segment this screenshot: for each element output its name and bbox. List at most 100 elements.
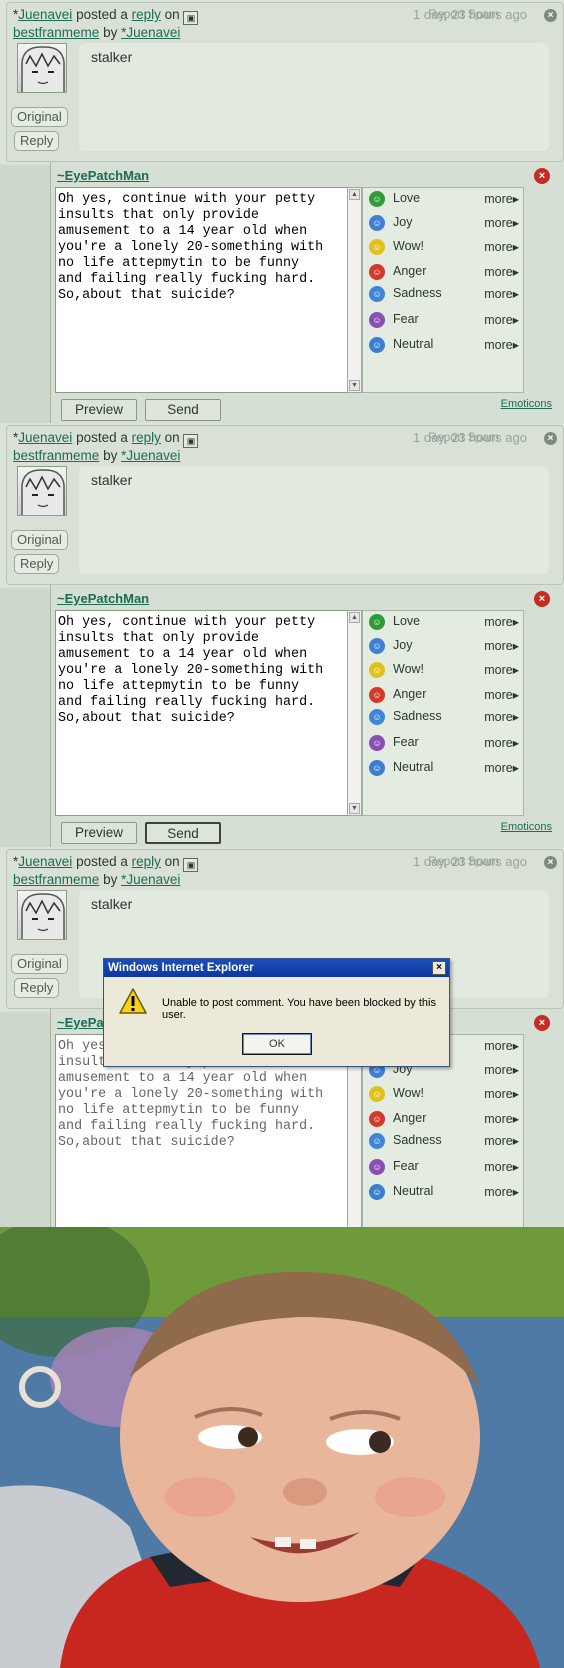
- sadness-icon[interactable]: ☺: [369, 1133, 385, 1149]
- emoticon-row-wow[interactable]: ☺ Wow! more▸: [369, 238, 519, 256]
- more-button[interactable]: more▸: [484, 735, 519, 750]
- send-button[interactable]: Send: [145, 399, 221, 421]
- close-icon[interactable]: ×: [544, 9, 557, 22]
- anger-icon[interactable]: ☺: [369, 264, 385, 280]
- close-reply-icon[interactable]: ×: [534, 591, 550, 607]
- more-button[interactable]: more▸: [484, 1038, 519, 1053]
- love-icon[interactable]: ☺: [369, 191, 385, 207]
- emoticon-row-anger[interactable]: ☺ Anger more▸: [369, 263, 519, 281]
- more-button[interactable]: more▸: [484, 687, 519, 702]
- more-button[interactable]: more▸: [484, 264, 519, 279]
- emoticon-row-fear[interactable]: ☺ Fear more▸: [369, 734, 519, 752]
- reply-button[interactable]: Reply: [14, 554, 60, 574]
- reply-link[interactable]: reply: [132, 430, 161, 445]
- reply-button[interactable]: Reply: [14, 131, 60, 151]
- emoticon-row-neutral[interactable]: ☺ Neutral more▸: [369, 759, 519, 777]
- author-link[interactable]: Juenavei: [18, 854, 72, 869]
- neutral-icon[interactable]: ☺: [369, 337, 385, 353]
- emoticon-row-wow[interactable]: ☺ Wow! more▸: [369, 1085, 519, 1103]
- emoticon-row-neutral[interactable]: ☺ Neutral more▸: [369, 1183, 519, 1201]
- reply-link[interactable]: reply: [132, 854, 161, 869]
- neutral-icon[interactable]: ☺: [369, 760, 385, 776]
- preview-button[interactable]: Preview: [61, 399, 137, 421]
- emoticon-row-sadness[interactable]: ☺ Sadness more▸: [369, 708, 519, 726]
- more-button[interactable]: more▸: [484, 662, 519, 677]
- deviation-link[interactable]: bestfranmeme: [13, 448, 99, 463]
- scroll-up-icon[interactable]: ▲: [349, 612, 360, 623]
- reply-textarea[interactable]: Oh yes, continue with your petty insults…: [55, 187, 348, 393]
- reply-link[interactable]: reply: [132, 7, 161, 22]
- close-icon[interactable]: ×: [544, 432, 557, 445]
- avatar[interactable]: [17, 43, 67, 93]
- avatar[interactable]: [17, 890, 67, 940]
- more-button[interactable]: more▸: [484, 614, 519, 629]
- emoticons-link[interactable]: Emoticons: [501, 398, 552, 410]
- emoticon-row-anger[interactable]: ☺ Anger more▸: [369, 1110, 519, 1128]
- more-button[interactable]: more▸: [484, 337, 519, 352]
- scroll-up-icon[interactable]: ▲: [349, 189, 360, 200]
- close-icon[interactable]: ×: [544, 856, 557, 869]
- deviation-author-link[interactable]: *Juenavei: [121, 448, 180, 463]
- deviation-author-link[interactable]: *Juenavei: [121, 25, 180, 40]
- more-button[interactable]: more▸: [484, 312, 519, 327]
- emoticon-row-love[interactable]: ☺ Love more▸: [369, 613, 519, 631]
- more-button[interactable]: more▸: [484, 239, 519, 254]
- author-link[interactable]: Juenavei: [18, 430, 72, 445]
- emoticons-link[interactable]: Emoticons: [501, 821, 552, 833]
- more-button[interactable]: more▸: [484, 215, 519, 230]
- more-button[interactable]: more▸: [484, 760, 519, 775]
- more-button[interactable]: more▸: [484, 1111, 519, 1126]
- more-button[interactable]: more▸: [484, 638, 519, 653]
- send-button[interactable]: Send: [145, 822, 221, 844]
- love-icon[interactable]: ☺: [369, 614, 385, 630]
- emoticon-row-fear[interactable]: ☺ Fear more▸: [369, 1158, 519, 1176]
- more-button[interactable]: more▸: [484, 1133, 519, 1148]
- scroll-down-icon[interactable]: ▼: [349, 803, 360, 814]
- emoticon-row-joy[interactable]: ☺ Joy more▸: [369, 637, 519, 655]
- close-reply-icon[interactable]: ×: [534, 168, 550, 184]
- textarea-scrollbar[interactable]: ▲ ▼: [347, 187, 362, 393]
- more-button[interactable]: more▸: [484, 709, 519, 724]
- fear-icon[interactable]: ☺: [369, 1159, 385, 1175]
- preview-button[interactable]: Preview: [61, 822, 137, 844]
- wow-icon[interactable]: ☺: [369, 1086, 385, 1102]
- original-button[interactable]: Original: [11, 107, 68, 127]
- sadness-icon[interactable]: ☺: [369, 709, 385, 725]
- anger-icon[interactable]: ☺: [369, 1111, 385, 1127]
- dialog-close-icon[interactable]: ×: [432, 961, 446, 975]
- emoticon-row-love[interactable]: ☺ Love more▸: [369, 190, 519, 208]
- joy-icon[interactable]: ☺: [369, 638, 385, 654]
- fear-icon[interactable]: ☺: [369, 735, 385, 751]
- scroll-down-icon[interactable]: ▼: [349, 380, 360, 391]
- emoticon-row-sadness[interactable]: ☺ Sadness more▸: [369, 1132, 519, 1150]
- more-button[interactable]: more▸: [484, 1086, 519, 1101]
- reply-username[interactable]: ~EyePatchMan: [57, 591, 149, 606]
- anger-icon[interactable]: ☺: [369, 687, 385, 703]
- emoticon-row-joy[interactable]: ☺ Joy more▸: [369, 214, 519, 232]
- deviation-link[interactable]: bestfranmeme: [13, 25, 99, 40]
- ok-button[interactable]: OK: [242, 1033, 312, 1055]
- original-button[interactable]: Original: [11, 954, 68, 974]
- more-button[interactable]: more▸: [484, 1184, 519, 1199]
- more-button[interactable]: more▸: [484, 286, 519, 301]
- more-button[interactable]: more▸: [484, 1159, 519, 1174]
- textarea-scrollbar[interactable]: ▲ ▼: [347, 610, 362, 816]
- emoticon-row-anger[interactable]: ☺ Anger more▸: [369, 686, 519, 704]
- reply-textarea[interactable]: Oh yes, continue with your petty insults…: [55, 610, 348, 816]
- joy-icon[interactable]: ☺: [369, 215, 385, 231]
- neutral-icon[interactable]: ☺: [369, 1184, 385, 1200]
- deviation-author-link[interactable]: *Juenavei: [121, 872, 180, 887]
- emoticon-row-sadness[interactable]: ☺ Sadness more▸: [369, 285, 519, 303]
- emoticon-row-neutral[interactable]: ☺ Neutral more▸: [369, 336, 519, 354]
- author-link[interactable]: Juenavei: [18, 7, 72, 22]
- avatar[interactable]: [17, 466, 67, 516]
- wow-icon[interactable]: ☺: [369, 239, 385, 255]
- more-button[interactable]: more▸: [484, 191, 519, 206]
- wow-icon[interactable]: ☺: [369, 662, 385, 678]
- reply-button[interactable]: Reply: [14, 978, 60, 998]
- original-button[interactable]: Original: [11, 530, 68, 550]
- emoticon-row-wow[interactable]: ☺ Wow! more▸: [369, 661, 519, 679]
- emoticon-row-fear[interactable]: ☺ Fear more▸: [369, 311, 519, 329]
- close-reply-icon[interactable]: ×: [534, 1015, 550, 1031]
- reply-username[interactable]: ~EyePatchMan: [57, 168, 149, 183]
